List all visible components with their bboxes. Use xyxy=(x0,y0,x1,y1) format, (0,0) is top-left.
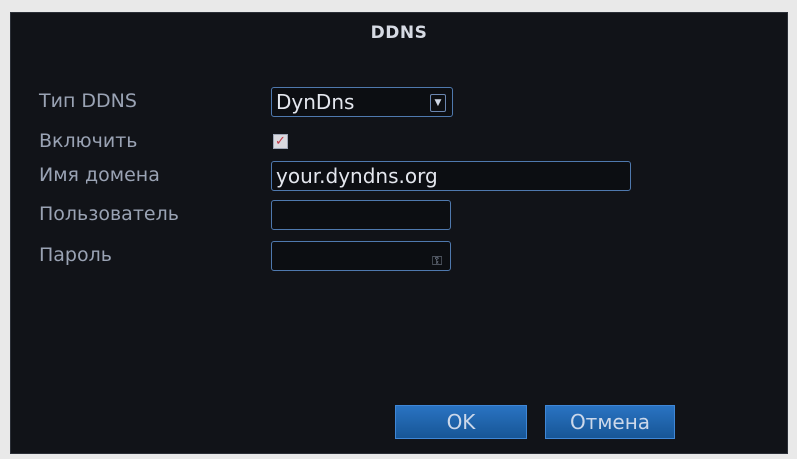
chevron-down-icon[interactable]: ▼ xyxy=(430,94,446,112)
ddns-type-label: Тип DDNS xyxy=(39,90,137,112)
ddns-dialog: DDNS Тип DDNS DynDns ▼ Включить ✓ Имя до… xyxy=(10,12,788,454)
check-icon: ✓ xyxy=(275,134,286,149)
domain-input[interactable]: your.dyndns.org xyxy=(271,161,631,191)
enable-checkbox[interactable]: ✓ xyxy=(273,134,288,149)
password-input[interactable]: ⚿ xyxy=(271,241,451,271)
user-input[interactable] xyxy=(271,200,451,230)
cancel-button[interactable]: Отмена xyxy=(545,405,675,439)
dialog-title: DDNS xyxy=(370,23,428,43)
domain-value: your.dyndns.org xyxy=(276,164,438,188)
password-label: Пароль xyxy=(39,244,112,266)
key-icon: ⚿ xyxy=(432,254,442,269)
ddns-type-select[interactable]: DynDns ▼ xyxy=(271,87,453,117)
user-label: Пользователь xyxy=(39,203,179,225)
domain-label: Имя домена xyxy=(39,164,160,186)
enable-label: Включить xyxy=(39,130,138,152)
ok-button[interactable]: OK xyxy=(395,405,527,439)
ddns-type-value: DynDns xyxy=(276,90,355,114)
